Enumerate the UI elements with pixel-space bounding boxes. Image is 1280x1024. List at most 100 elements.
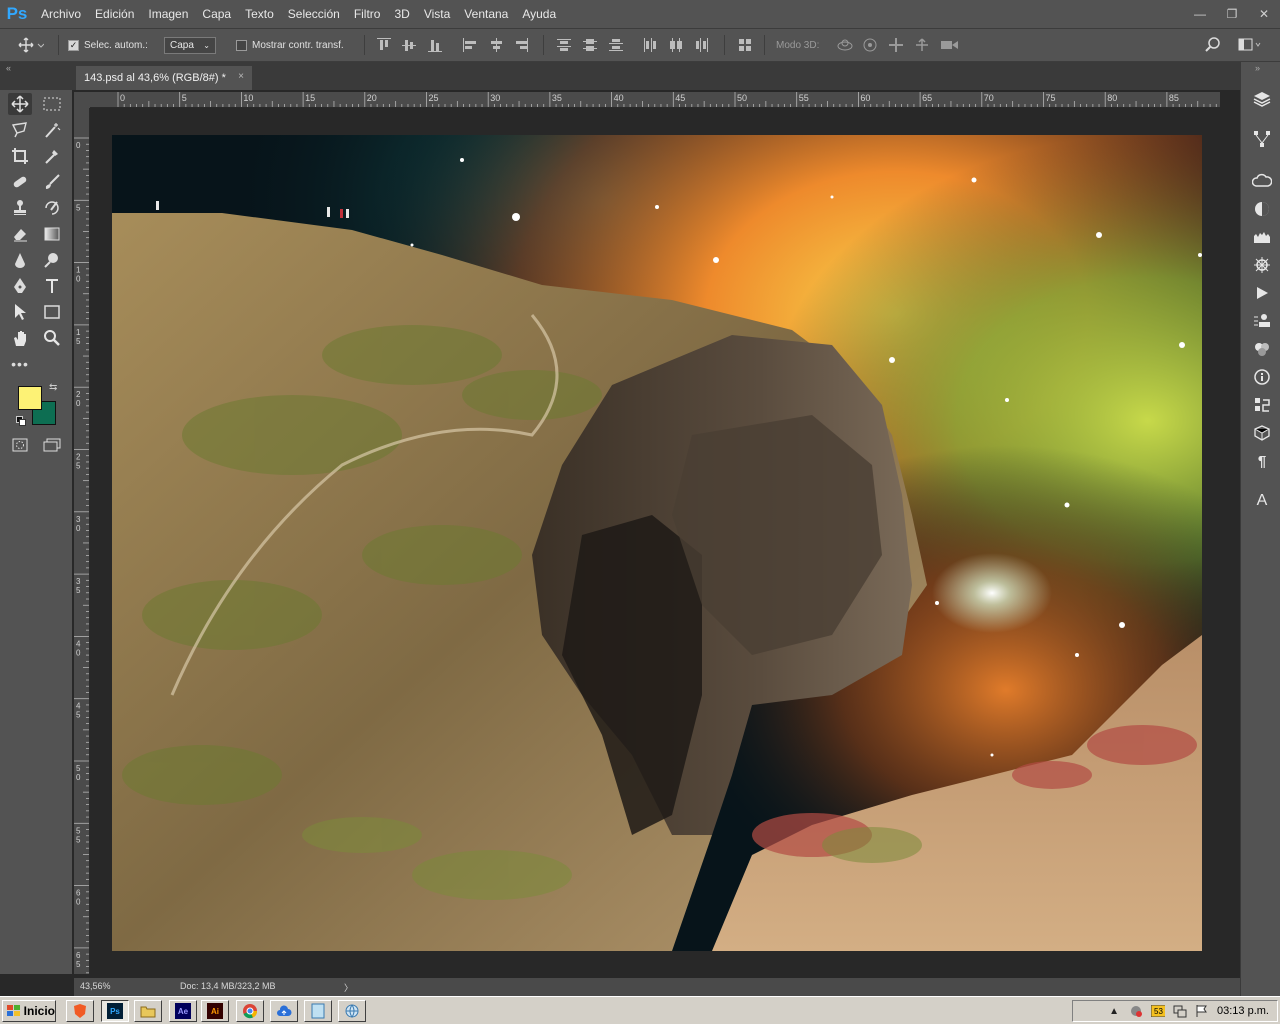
- auto-select-target-dropdown[interactable]: Capa ⌄: [164, 37, 216, 54]
- align-vcenter-icon[interactable]: [401, 37, 417, 53]
- distribute-right-icon[interactable]: [694, 37, 710, 53]
- character-icon[interactable]: A: [1251, 490, 1273, 512]
- taskbar-photoshop[interactable]: Ps: [101, 1000, 129, 1022]
- taskbar-brave[interactable]: [66, 1000, 94, 1022]
- align-left-icon[interactable]: [462, 37, 478, 53]
- 3d-roll-icon[interactable]: [862, 37, 878, 53]
- start-button[interactable]: Inicio: [2, 1000, 56, 1022]
- menu-capa[interactable]: Capa: [195, 0, 238, 28]
- brush-tool[interactable]: [40, 171, 64, 193]
- close-document-icon[interactable]: ×: [238, 71, 244, 82]
- more-tools[interactable]: •••: [8, 353, 32, 375]
- 3d-scale-icon[interactable]: [940, 37, 958, 53]
- tray-flag-icon[interactable]: [1195, 1004, 1209, 1018]
- 3d-slide-icon[interactable]: [914, 37, 930, 53]
- menu-ventana[interactable]: Ventana: [457, 0, 515, 28]
- workspace-switcher-icon[interactable]: [1238, 37, 1261, 53]
- ruler-origin[interactable]: [74, 92, 90, 108]
- blur-tool[interactable]: [8, 249, 32, 271]
- quick-mask-button[interactable]: [8, 434, 32, 456]
- menu-texto[interactable]: Texto: [238, 0, 281, 28]
- tray-network-icon[interactable]: [1173, 1004, 1187, 1018]
- align-top-icon[interactable]: [376, 37, 392, 53]
- show-transform-checkbox[interactable]: [236, 39, 247, 51]
- magic-wand-tool[interactable]: [40, 119, 64, 141]
- menu-imagen[interactable]: Imagen: [141, 0, 195, 28]
- expand-panels-icon[interactable]: »: [1255, 63, 1260, 73]
- taskbar-notes[interactable]: [304, 1000, 332, 1022]
- taskbar-explorer[interactable]: [134, 1000, 162, 1022]
- healing-brush-tool[interactable]: [8, 171, 32, 193]
- close-button[interactable]: ✕: [1248, 0, 1280, 28]
- tray-flash-icon[interactable]: 53: [1151, 1004, 1166, 1018]
- document-tab[interactable]: 143.psd al 43,6% (RGB/8#) * ×: [76, 66, 252, 90]
- path-selection-tool[interactable]: [8, 301, 32, 323]
- crop-tool[interactable]: [8, 145, 32, 167]
- history-icon[interactable]: [1251, 394, 1273, 416]
- move-tool-preset[interactable]: [18, 29, 44, 61]
- auto-select-checkbox[interactable]: ✓: [68, 39, 79, 51]
- menu-ayuda[interactable]: Ayuda: [515, 0, 563, 28]
- paragraph-icon[interactable]: ¶: [1251, 450, 1273, 472]
- foreground-color-swatch[interactable]: [18, 386, 42, 410]
- distribute-vcenter-icon[interactable]: [582, 37, 598, 53]
- align-right-icon[interactable]: [513, 37, 529, 53]
- taskbar-illustrator[interactable]: Ai: [201, 1000, 229, 1022]
- restore-button[interactable]: ❐: [1216, 0, 1248, 28]
- tray-expand-icon[interactable]: ▲: [1107, 1004, 1121, 1018]
- paths-icon[interactable]: [1251, 128, 1273, 150]
- history-brush-tool[interactable]: [40, 197, 64, 219]
- lasso-tool[interactable]: [8, 119, 32, 141]
- 3d-orbit-icon[interactable]: [836, 37, 853, 53]
- info-icon[interactable]: [1251, 366, 1273, 388]
- status-menu-arrow-icon[interactable]: 〉: [344, 981, 353, 994]
- dodge-tool[interactable]: [40, 249, 64, 271]
- menu-filtro[interactable]: Filtro: [347, 0, 388, 28]
- adjustments-icon[interactable]: [1251, 198, 1273, 220]
- layers-icon[interactable]: [1251, 88, 1273, 110]
- taskbar-chrome[interactable]: [236, 1000, 264, 1022]
- taskbar-after-effects[interactable]: Ae: [169, 1000, 197, 1022]
- horizontal-ruler[interactable]: 0 5 10 15 20 25 30 35 40 45 50 55 60 65 70 75 80 85: [90, 92, 1220, 108]
- swap-colors-icon[interactable]: ⇆: [49, 382, 57, 393]
- navigator-icon[interactable]: [1251, 254, 1273, 276]
- actions-icon[interactable]: [1251, 282, 1273, 304]
- document-artwork[interactable]: [112, 135, 1202, 951]
- minimize-button[interactable]: —: [1184, 0, 1216, 28]
- eraser-tool[interactable]: [8, 223, 32, 245]
- hand-tool[interactable]: [8, 327, 32, 349]
- zoom-level[interactable]: 43,56%: [80, 981, 111, 991]
- screen-mode-button[interactable]: [40, 434, 64, 456]
- distribute-bottom-icon[interactable]: [608, 37, 624, 53]
- menu-edicion[interactable]: Edición: [88, 0, 141, 28]
- auto-align-icon[interactable]: [737, 37, 753, 53]
- tray-clock[interactable]: 03:13 p.m.: [1217, 1005, 1269, 1017]
- taskbar-cloud-app[interactable]: [270, 1000, 298, 1022]
- histogram-icon[interactable]: [1251, 226, 1273, 248]
- type-tool[interactable]: [40, 275, 64, 297]
- clone-source-icon[interactable]: [1251, 310, 1273, 332]
- eyedropper-tool[interactable]: [40, 145, 64, 167]
- menu-3d[interactable]: 3D: [387, 0, 416, 28]
- search-icon[interactable]: [1205, 37, 1221, 53]
- align-hcenter-icon[interactable]: [488, 37, 504, 53]
- swatches-icon[interactable]: [1251, 338, 1273, 360]
- vertical-ruler[interactable]: 05101520253035404550556065: [74, 108, 90, 974]
- move-tool[interactable]: [8, 93, 32, 115]
- marquee-tool[interactable]: [40, 93, 64, 115]
- align-bottom-icon[interactable]: [427, 37, 443, 53]
- clone-stamp-tool[interactable]: [8, 197, 32, 219]
- canvas-area[interactable]: [90, 108, 1220, 974]
- menu-archivo[interactable]: Archivo: [34, 0, 88, 28]
- pen-tool[interactable]: [8, 275, 32, 297]
- distribute-hcenter-icon[interactable]: [668, 37, 684, 53]
- gradient-tool[interactable]: [40, 223, 64, 245]
- menu-seleccion[interactable]: Selección: [281, 0, 347, 28]
- collapse-panel-icon[interactable]: «: [6, 63, 11, 73]
- default-colors-icon[interactable]: [16, 416, 26, 426]
- libraries-icon[interactable]: [1251, 170, 1273, 192]
- zoom-tool[interactable]: [40, 327, 64, 349]
- distribute-top-icon[interactable]: [556, 37, 572, 53]
- distribute-left-icon[interactable]: [642, 37, 658, 53]
- 3d-icon[interactable]: [1251, 422, 1273, 444]
